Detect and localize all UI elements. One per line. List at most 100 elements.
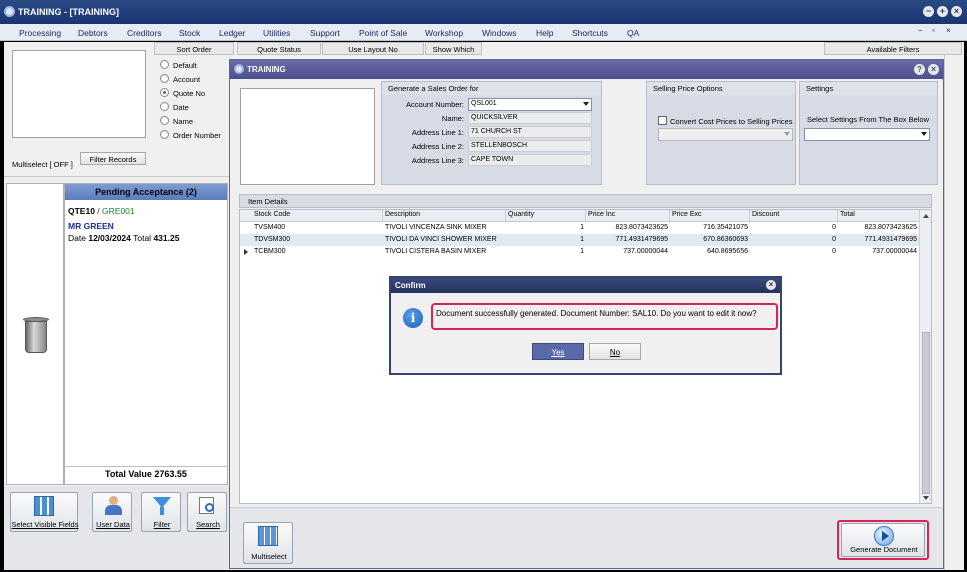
window-title: TRAINING: [247, 65, 286, 74]
search-button[interactable]: Search: [187, 492, 227, 532]
close-icon[interactable]: ×: [951, 6, 962, 17]
cell-price-inc: 737.00000044: [623, 248, 668, 255]
recycle-bin-icon[interactable]: [23, 317, 49, 355]
selling-price-select[interactable]: [658, 128, 793, 141]
user-data-button[interactable]: User Data: [92, 492, 132, 532]
confirm-message: Document successfully generated. Documen…: [436, 309, 757, 318]
quote-total-label: Total: [133, 233, 152, 243]
table-row[interactable]: TCBM300 TIVOLI CISTERA BASIN MIXER 1 737…: [240, 246, 919, 258]
generate-document-button[interactable]: Generate Document: [841, 523, 925, 557]
menu-support[interactable]: Support: [310, 28, 340, 38]
menu-shortcuts[interactable]: Shortcuts: [572, 28, 608, 38]
menu-workshop[interactable]: Workshop: [425, 28, 463, 38]
convert-cost-prices-label: Convert Cost Prices to Selling Prices: [670, 117, 793, 126]
mdi-close-icon[interactable]: ×: [946, 26, 951, 35]
settings-header: Settings: [800, 82, 937, 95]
radio-quote-no[interactable]: [160, 88, 169, 97]
maximize-icon[interactable]: +: [937, 6, 948, 17]
preview-box: [12, 50, 146, 138]
pending-header: Pending Acceptance (2): [65, 184, 227, 200]
account-number-select[interactable]: QSL001: [468, 98, 592, 111]
menu-debtors[interactable]: Debtors: [78, 28, 108, 38]
vertical-scrollbar[interactable]: [919, 210, 931, 503]
window-logo-icon: [234, 64, 244, 74]
cell-quantity: 1: [580, 248, 584, 255]
cell-quantity: 1: [580, 236, 584, 243]
play-icon: [874, 526, 894, 546]
scroll-thumb[interactable]: [922, 332, 930, 494]
cell-stock-code: TDVSM300: [254, 236, 291, 243]
menu-processing[interactable]: Processing: [19, 28, 61, 38]
filter-records-button[interactable]: Filter Records: [80, 152, 146, 165]
scroll-down-icon[interactable]: [923, 496, 929, 500]
address-line-1-field: 71 CHURCH ST: [468, 126, 592, 138]
tab-available-filters[interactable]: Available Filters: [824, 42, 962, 55]
quote-customer-name: MR GREEN: [68, 221, 114, 231]
convert-cost-prices-checkbox[interactable]: [658, 116, 667, 125]
radio-name-label: Name: [173, 117, 194, 126]
menu-creditors[interactable]: Creditors: [127, 28, 161, 38]
table-row[interactable]: TVSM400 TIVOLI VINCENZA SINK MIXER 1 823…: [240, 222, 919, 234]
help-icon[interactable]: ?: [914, 64, 925, 75]
window-close-icon[interactable]: ×: [928, 64, 939, 75]
multiselect-button[interactable]: Multiselect: [243, 522, 293, 564]
tab-use-layout-no[interactable]: Use Layout No: [322, 42, 424, 55]
address-line-3-label: Address Line 3:: [411, 156, 464, 165]
tab-show-which[interactable]: Show Which: [425, 42, 482, 55]
filter-button[interactable]: Filter: [141, 492, 181, 532]
menu-bar: Processing Debtors Creditors Stock Ledge…: [0, 24, 967, 41]
quote-number: QTE10: [68, 206, 95, 216]
scroll-up-icon[interactable]: [923, 214, 929, 218]
col-stock-code[interactable]: Stock Code: [240, 210, 383, 221]
confirm-title-bar: Confirm ×: [391, 278, 780, 293]
col-price-inc[interactable]: Price Inc: [586, 210, 670, 221]
pending-panel: Pending Acceptance (2) QTE10 / GRE001 MR…: [64, 183, 228, 485]
menu-point-of-sale[interactable]: Point of Sale: [359, 28, 407, 38]
grid-header-row: Stock Code Description Quantity Price In…: [240, 210, 919, 222]
menu-ledger[interactable]: Ledger: [219, 28, 245, 38]
col-price-exc[interactable]: Price Exc: [670, 210, 750, 221]
confirm-close-icon[interactable]: ×: [766, 280, 776, 290]
tab-quote-status[interactable]: Quote Status: [237, 42, 321, 55]
menu-stock[interactable]: Stock: [179, 28, 200, 38]
minimize-icon[interactable]: −: [923, 6, 934, 17]
col-description[interactable]: Description: [383, 210, 506, 221]
col-discount[interactable]: Discount: [750, 210, 838, 221]
radio-date[interactable]: [160, 102, 169, 111]
no-button[interactable]: No: [589, 343, 641, 360]
mdi-minimize-icon[interactable]: −: [918, 26, 923, 35]
confirm-title: Confirm: [395, 281, 426, 290]
cell-price-exc: 670.86360693: [703, 236, 748, 243]
cell-description: TIVOLI DA VINCI SHOWER MIXER: [385, 236, 497, 243]
generate-document-label: Generate Document: [850, 545, 918, 554]
select-visible-fields-button[interactable]: Select Visible Fields: [10, 492, 78, 532]
settings-group: Settings Select Settings From The Box Be…: [799, 81, 938, 185]
mdi-restore-icon[interactable]: ▫: [932, 26, 935, 35]
radio-order-number[interactable]: [160, 130, 169, 139]
user-data-label: User Data: [96, 520, 130, 529]
name-field: QUICKSILVER: [468, 112, 592, 124]
yes-button[interactable]: Yes: [532, 343, 584, 360]
menu-windows[interactable]: Windows: [482, 28, 516, 38]
col-total[interactable]: Total: [838, 210, 919, 221]
radio-default[interactable]: [160, 60, 169, 69]
radio-name[interactable]: [160, 116, 169, 125]
menu-help[interactable]: Help: [536, 28, 553, 38]
cell-price-inc: 771.4931479695: [615, 236, 668, 243]
columns-icon: [34, 496, 54, 516]
tab-sort-order[interactable]: Sort Order: [154, 42, 234, 55]
radio-default-label: Default: [173, 61, 197, 70]
sales-order-group: Generate a Sales Order for Account Numbe…: [381, 81, 602, 185]
radio-account[interactable]: [160, 74, 169, 83]
right-background-strip: [944, 55, 964, 570]
cell-stock-code: TCBM300: [254, 248, 286, 255]
cell-description: TIVOLI VINCENZA SINK MIXER: [385, 224, 487, 231]
settings-select[interactable]: [804, 128, 930, 141]
radio-order-number-label: Order Number: [173, 131, 221, 140]
table-row[interactable]: TDVSM300 TIVOLI DA VINCI SHOWER MIXER 1 …: [240, 234, 919, 246]
menu-qa[interactable]: QA: [627, 28, 639, 38]
menu-utilities[interactable]: Utilities: [263, 28, 290, 38]
app-title: TRAINING - [TRAINING]: [18, 7, 119, 17]
quote-card[interactable]: QTE10 / GRE001 MR GREEN Date 12/03/2024 …: [68, 206, 226, 246]
col-quantity[interactable]: Quantity: [506, 210, 586, 221]
